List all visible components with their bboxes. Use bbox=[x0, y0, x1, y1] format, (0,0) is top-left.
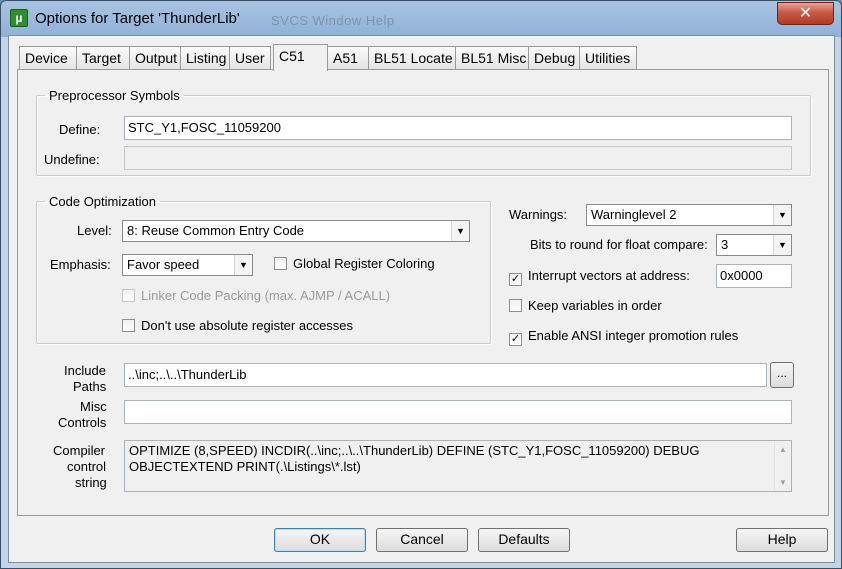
tab-utilities[interactable]: Utilities bbox=[579, 46, 637, 70]
scroll-up-icon[interactable]: ▲ bbox=[775, 441, 791, 458]
interrupt-vectors-checkbox[interactable]: ✓ Interrupt vectors at address: bbox=[509, 268, 690, 286]
chevron-down-icon: ▼ bbox=[773, 205, 791, 225]
tab-target[interactable]: Target bbox=[76, 46, 130, 70]
compiler-string-line2: OBJECTEXTEND PRINT(.\Listings\*.lst) bbox=[129, 459, 361, 474]
preprocessor-symbols-legend: Preprocessor Symbols bbox=[49, 88, 180, 103]
define-input[interactable]: STC_Y1,FOSC_11059200 bbox=[124, 116, 792, 140]
tab-output[interactable]: Output bbox=[129, 46, 181, 70]
tab-user[interactable]: User bbox=[229, 46, 271, 70]
tab-bl51-misc[interactable]: BL51 Misc bbox=[455, 46, 529, 70]
checkbox-box bbox=[122, 319, 135, 332]
no-absolute-register-label: Don't use absolute register accesses bbox=[141, 318, 354, 333]
compiler-string-line1: OPTIMIZE (8,SPEED) INCDIR(..\inc;..\..\T… bbox=[129, 443, 700, 458]
c51-tab-panel: Preprocessor Symbols Define: STC_Y1,FOSC… bbox=[17, 69, 829, 516]
no-absolute-register-checkbox[interactable]: Don't use absolute register accesses bbox=[122, 318, 353, 333]
level-dropdown[interactable]: 8: Reuse Common Entry Code ▼ bbox=[122, 220, 470, 242]
tab-c51[interactable]: C51 bbox=[273, 44, 328, 71]
global-register-coloring-checkbox[interactable]: Global Register Coloring bbox=[274, 256, 435, 271]
tab-listing[interactable]: Listing bbox=[180, 46, 230, 70]
bits-round-dropdown[interactable]: 3 ▼ bbox=[716, 234, 792, 256]
options-dialog: µ Options for Target 'ThunderLib' SVCS W… bbox=[0, 0, 842, 569]
interrupt-vector-address-input[interactable]: 0x0000 bbox=[716, 264, 792, 288]
compiler-string-scrollbar[interactable]: ▲ ▼ bbox=[774, 441, 791, 491]
include-paths-label-line2: Paths bbox=[73, 379, 107, 394]
compiler-string-label-line1: Compiler bbox=[53, 443, 106, 458]
keep-variables-checkbox[interactable]: Keep variables in order bbox=[509, 298, 662, 313]
interrupt-vectors-label: Interrupt vectors at address: bbox=[528, 268, 690, 283]
chevron-down-icon: ▼ bbox=[451, 221, 469, 241]
include-paths-input[interactable]: ..\inc;..\..\ThunderLib bbox=[124, 363, 767, 387]
warnings-label: Warnings: bbox=[509, 207, 568, 222]
undefine-input[interactable] bbox=[124, 146, 792, 170]
checkbox-box bbox=[509, 299, 522, 312]
misc-controls-label-line2: Controls bbox=[58, 415, 107, 430]
checkbox-box bbox=[122, 289, 135, 302]
close-button[interactable]: ✕ bbox=[777, 2, 834, 25]
ansi-promotion-checkbox[interactable]: ✓ Enable ANSI integer promotion rules bbox=[509, 328, 738, 346]
keil-app-icon: µ bbox=[10, 9, 28, 27]
bits-round-label: Bits to round for float compare: bbox=[530, 237, 708, 252]
browse-include-paths-button[interactable]: ... bbox=[770, 362, 794, 388]
emphasis-value: Favor speed bbox=[127, 257, 200, 272]
chevron-down-icon: ▼ bbox=[234, 255, 252, 275]
tab-debug[interactable]: Debug bbox=[528, 46, 580, 70]
code-optimization-legend: Code Optimization bbox=[49, 194, 156, 209]
linker-code-packing-checkbox[interactable]: Linker Code Packing (max. AJMP / ACALL) bbox=[122, 288, 390, 303]
compiler-string-label-line3: string bbox=[75, 475, 107, 490]
check-icon: ✓ bbox=[509, 333, 522, 346]
warnings-dropdown[interactable]: Warninglevel 2 ▼ bbox=[586, 204, 792, 226]
emphasis-dropdown[interactable]: Favor speed ▼ bbox=[122, 254, 253, 276]
compiler-control-string[interactable]: OPTIMIZE (8,SPEED) INCDIR(..\inc;..\..\T… bbox=[124, 440, 792, 492]
defaults-button[interactable]: Defaults bbox=[478, 528, 570, 552]
tab-device[interactable]: Device bbox=[19, 46, 77, 70]
global-register-coloring-label: Global Register Coloring bbox=[293, 256, 435, 271]
compiler-string-label-line2: control bbox=[67, 459, 107, 474]
close-icon: ✕ bbox=[798, 5, 813, 22]
level-label: Level: bbox=[77, 223, 112, 238]
checkbox-box bbox=[274, 257, 287, 270]
help-button[interactable]: Help bbox=[736, 528, 828, 552]
background-menu-ghost: SVCS Window Help bbox=[271, 13, 395, 28]
ok-button[interactable]: OK bbox=[274, 528, 366, 552]
linker-code-packing-label: Linker Code Packing (max. AJMP / ACALL) bbox=[141, 288, 391, 303]
title-bar[interactable]: µ Options for Target 'ThunderLib' SVCS W… bbox=[1, 1, 841, 35]
dialog-client: Device Target Output Listing User C51 A5… bbox=[8, 35, 835, 563]
bits-round-value: 3 bbox=[721, 237, 729, 252]
level-value: 8: Reuse Common Entry Code bbox=[127, 223, 305, 238]
misc-controls-label-line1: Misc bbox=[80, 399, 107, 414]
misc-controls-input[interactable] bbox=[124, 400, 792, 424]
keep-variables-label: Keep variables in order bbox=[528, 298, 662, 313]
window-title: Options for Target 'ThunderLib' bbox=[35, 10, 240, 27]
tab-bl51-locate[interactable]: BL51 Locate bbox=[368, 46, 456, 70]
chevron-down-icon: ▼ bbox=[773, 235, 791, 255]
define-label: Define: bbox=[59, 122, 101, 137]
include-paths-label-line1: Include bbox=[64, 363, 106, 378]
undefine-label: Undefine: bbox=[44, 152, 100, 167]
check-icon: ✓ bbox=[509, 273, 522, 286]
tab-a51[interactable]: A51 bbox=[327, 46, 369, 70]
emphasis-label: Emphasis: bbox=[50, 257, 111, 272]
cancel-button[interactable]: Cancel bbox=[376, 528, 468, 552]
ansi-promotion-label: Enable ANSI integer promotion rules bbox=[528, 328, 739, 343]
scroll-down-icon[interactable]: ▼ bbox=[775, 474, 791, 491]
warnings-value: Warninglevel 2 bbox=[591, 207, 677, 222]
